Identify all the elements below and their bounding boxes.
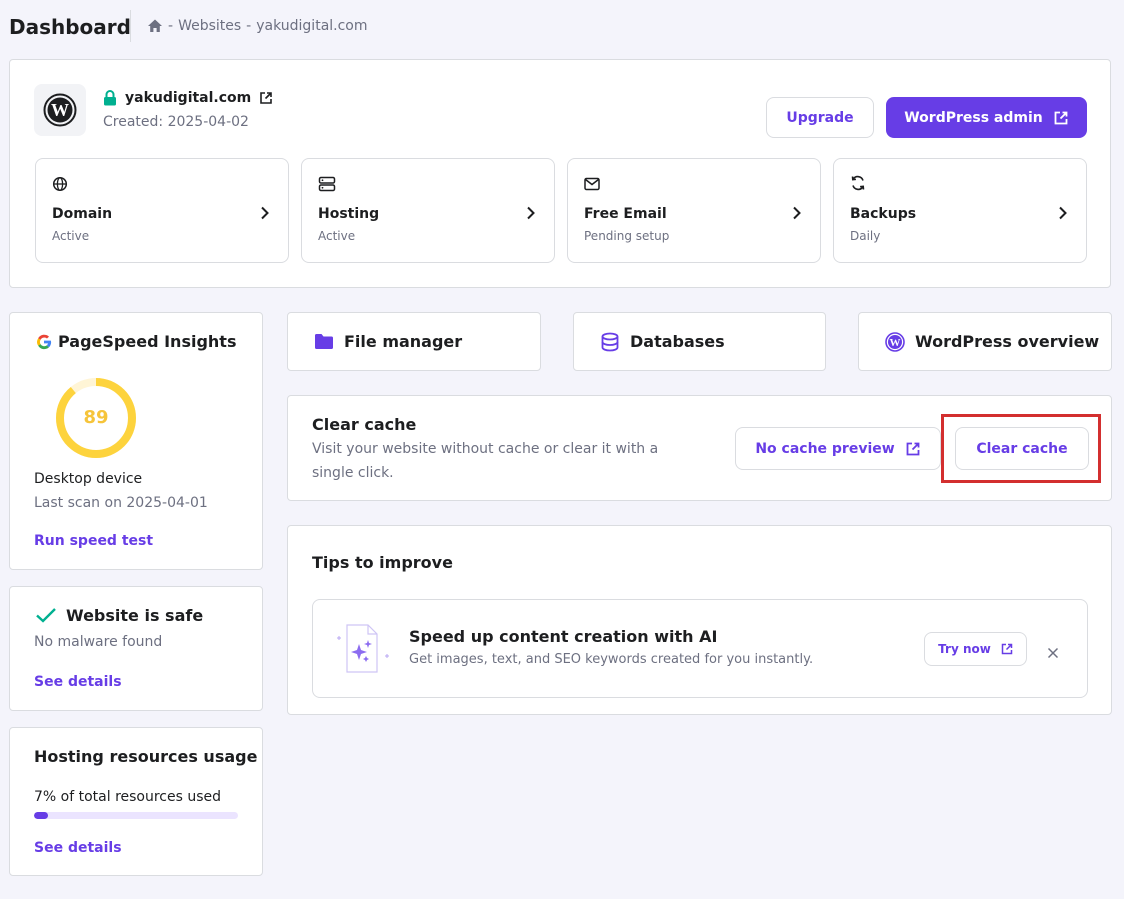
folder-icon: [314, 333, 334, 354]
service-label: Backups: [850, 206, 917, 222]
service-label: Domain: [52, 206, 113, 222]
service-card-backups[interactable]: Backups Daily: [833, 158, 1087, 263]
resources-progress-fill: [34, 812, 49, 819]
resources-progress-track: [34, 812, 238, 819]
pagespeed-score: 89: [83, 407, 109, 428]
site-domain-row: yakudigital.com: [103, 90, 273, 106]
tips-card: Tips to improve Speed up content creatio…: [287, 525, 1112, 715]
run-speed-test-link[interactable]: Run speed test: [34, 533, 153, 549]
pagespeed-device: Desktop device: [34, 471, 143, 487]
page-title: Dashboard: [9, 15, 131, 39]
breadcrumb-websites[interactable]: Websites: [178, 18, 241, 34]
no-cache-preview-button[interactable]: No cache preview: [735, 427, 941, 470]
external-link-icon[interactable]: [259, 91, 273, 105]
service-card-domain[interactable]: Domain Active: [35, 158, 289, 263]
chevron-right-icon: [260, 205, 270, 224]
security-subtitle: No malware found: [34, 634, 163, 650]
tip-item-description: Get images, text, and SEO keywords creat…: [409, 652, 814, 667]
lock-icon: [103, 90, 117, 106]
server-icon: [318, 176, 336, 196]
no-cache-preview-label: No cache preview: [755, 440, 895, 457]
security-card: Website is safe No malware found See det…: [9, 586, 263, 711]
wordpress-logo-icon: W: [43, 93, 77, 127]
wordpress-admin-button[interactable]: WordPress admin: [886, 97, 1087, 138]
ai-document-icon: [335, 622, 395, 680]
try-now-button[interactable]: Try now: [924, 632, 1027, 666]
service-card-hosting[interactable]: Hosting Active: [301, 158, 555, 263]
site-overview-card: W yakudigital.com Created: 2025-04-02 Up…: [9, 59, 1111, 288]
pagespeed-card: PageSpeed Insights 89 Desktop device Las…: [9, 312, 263, 570]
database-icon: [600, 332, 620, 356]
file-manager-tile[interactable]: File manager: [287, 312, 541, 371]
security-see-details-link[interactable]: See details: [34, 674, 122, 690]
security-title: Website is safe: [66, 606, 204, 625]
upgrade-button[interactable]: Upgrade: [766, 97, 874, 138]
chevron-right-icon: [1058, 205, 1068, 224]
wordpress-admin-label: WordPress admin: [904, 109, 1043, 126]
service-label: Free Email: [584, 206, 667, 222]
chevron-right-icon: [526, 205, 536, 224]
site-created-date: Created: 2025-04-02: [103, 114, 249, 130]
breadcrumb: - Websites - yakudigital.com: [147, 18, 368, 34]
upgrade-button-label: Upgrade: [786, 109, 854, 126]
resources-title: Hosting resources usage: [34, 747, 258, 766]
tip-item-title: Speed up content creation with AI: [409, 627, 718, 646]
external-link-icon: [1001, 643, 1013, 655]
highlight-box: [941, 414, 1101, 483]
site-domain: yakudigital.com: [125, 90, 252, 106]
service-status: Active: [52, 229, 90, 243]
service-status: Daily: [850, 229, 881, 243]
close-icon[interactable]: [1047, 644, 1059, 663]
breadcrumb-separator: -: [168, 18, 174, 34]
wordpress-icon: W: [885, 332, 905, 356]
wordpress-overview-label: WordPress overview: [915, 332, 1100, 351]
breadcrumb-separator: -: [246, 18, 252, 34]
clear-cache-title: Clear cache: [312, 415, 417, 434]
mail-icon: [584, 176, 600, 195]
breadcrumb-site: yakudigital.com: [256, 18, 368, 34]
resources-card: Hosting resources usage 7% of total reso…: [9, 727, 263, 876]
service-status: Active: [318, 229, 356, 243]
try-now-label: Try now: [938, 642, 991, 656]
home-icon[interactable]: [147, 18, 163, 34]
external-link-icon: [1053, 110, 1069, 126]
service-status: Pending setup: [584, 229, 670, 243]
file-manager-label: File manager: [344, 332, 463, 351]
external-link-icon: [905, 441, 921, 457]
resources-see-details-link[interactable]: See details: [34, 840, 122, 856]
site-logo: W: [34, 84, 86, 136]
svg-text:W: W: [51, 100, 69, 120]
tip-item: Speed up content creation with AI Get im…: [312, 599, 1088, 698]
globe-icon: [52, 176, 68, 196]
google-icon: [35, 333, 53, 355]
pagespeed-last-scan: Last scan on 2025-04-01: [34, 495, 208, 511]
svg-text:W: W: [890, 337, 901, 349]
wordpress-overview-tile[interactable]: W WordPress overview: [858, 312, 1112, 371]
header-divider: [130, 10, 131, 42]
databases-label: Databases: [630, 332, 725, 351]
resources-usage-text: 7% of total resources used: [34, 789, 222, 805]
check-icon: [35, 606, 57, 628]
service-card-email[interactable]: Free Email Pending setup: [567, 158, 821, 263]
databases-tile[interactable]: Databases: [573, 312, 826, 371]
pagespeed-title: PageSpeed Insights: [58, 332, 237, 351]
clear-cache-description: Visit your website without cache or clea…: [312, 441, 659, 481]
service-label: Hosting: [318, 206, 380, 222]
refresh-icon: [850, 175, 866, 195]
chevron-right-icon: [792, 205, 802, 224]
tips-title: Tips to improve: [312, 553, 453, 572]
